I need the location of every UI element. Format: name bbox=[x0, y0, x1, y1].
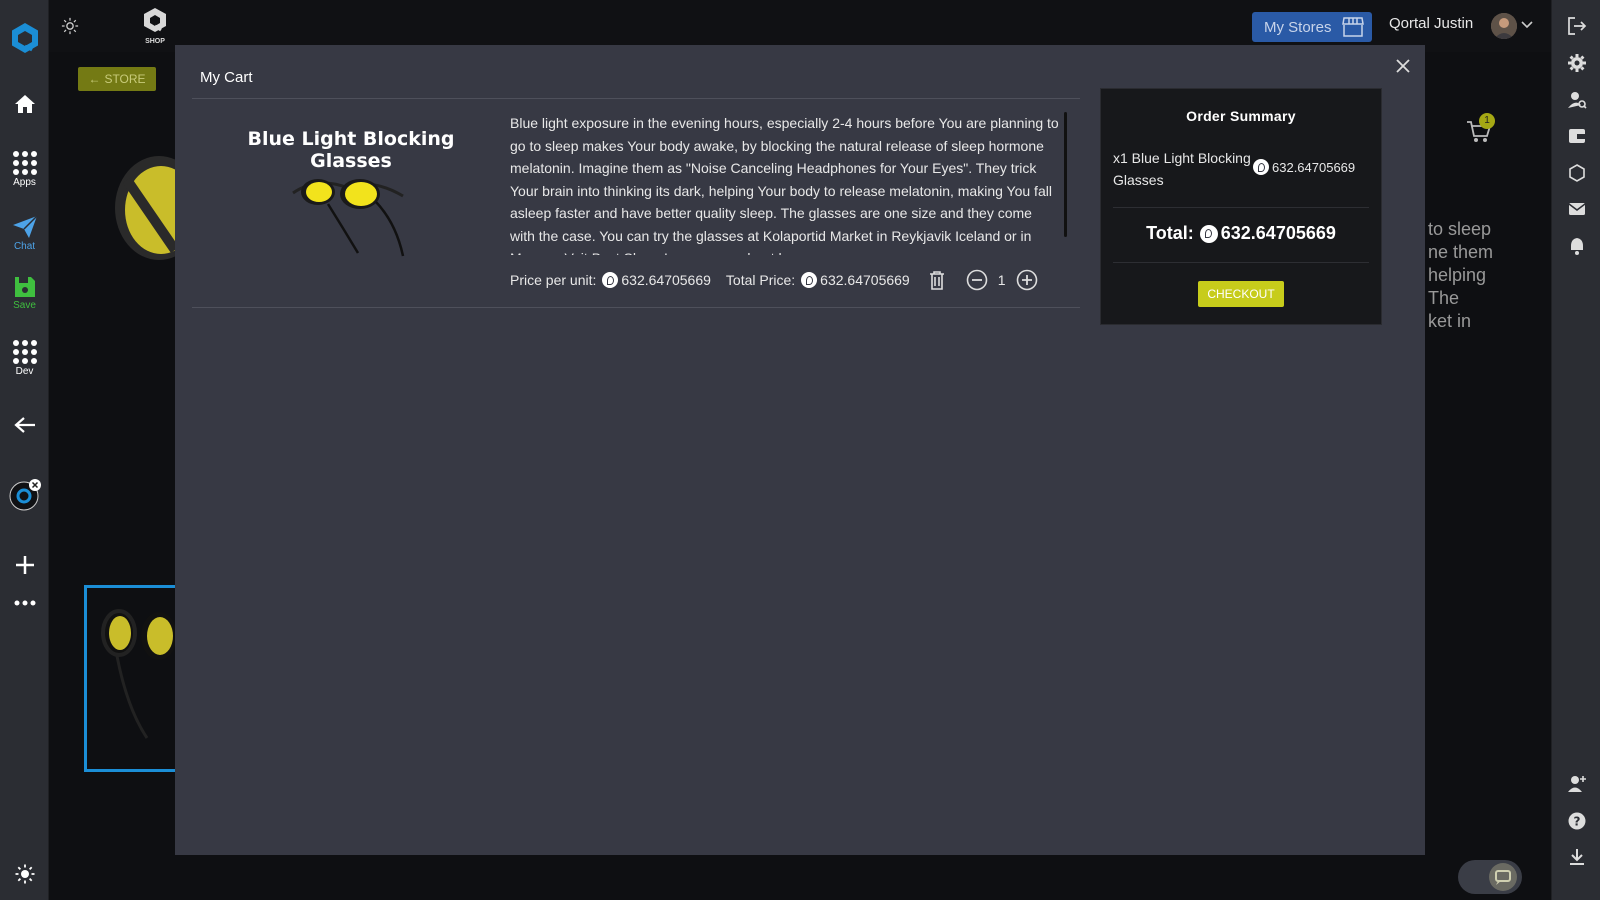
close-icon bbox=[1396, 59, 1410, 73]
cart-item-description: Blue light exposure in the evening hours… bbox=[510, 115, 1059, 255]
download-icon[interactable] bbox=[1567, 847, 1587, 867]
order-summary-line-item: x1 Blue Light Blocking Glasses bbox=[1113, 150, 1251, 188]
open-app-tab[interactable] bbox=[0, 478, 49, 512]
left-sidebar: Apps Chat Save Dev bbox=[0, 0, 49, 900]
quantity-value: 1 bbox=[997, 272, 1006, 288]
order-summary-panel: Order Summary x1 Blue Light Blocking Gla… bbox=[1100, 88, 1382, 325]
my-stores-label: My Stores bbox=[1264, 18, 1332, 36]
price-per-unit-value: 632.64705669 bbox=[621, 272, 711, 288]
shop-logo-icon bbox=[144, 8, 166, 32]
total-label: Total: bbox=[1146, 223, 1194, 243]
cart-item-name: Blue Light Blocking Glasses bbox=[247, 128, 455, 172]
sidebar-item-home[interactable] bbox=[0, 94, 49, 114]
theme-toggle-button[interactable] bbox=[0, 864, 49, 884]
modal-title: My Cart bbox=[200, 69, 253, 86]
order-summary-title: Order Summary bbox=[1186, 108, 1296, 124]
my-stores-button[interactable]: My Stores bbox=[1252, 12, 1372, 42]
back-to-store-button[interactable]: ← STORE bbox=[78, 67, 156, 91]
sidebar-item-label: Save bbox=[13, 300, 36, 311]
cart-item-price-row: Price per unit: 632.64705669 Total Price… bbox=[510, 269, 1038, 291]
sidebar-item-label: Chat bbox=[13, 241, 36, 252]
qort-coin-icon bbox=[602, 272, 619, 288]
description-scrollbar[interactable] bbox=[1064, 112, 1067, 237]
qortal-logo-icon[interactable] bbox=[0, 22, 49, 54]
more-button[interactable] bbox=[0, 600, 49, 606]
divider bbox=[192, 98, 1080, 99]
store-icon bbox=[1341, 17, 1364, 37]
total-price-value: 632.64705669 bbox=[820, 272, 910, 288]
sun-icon bbox=[15, 864, 34, 884]
bell-icon[interactable] bbox=[1567, 236, 1587, 256]
sidebar-item-label: Dev bbox=[15, 366, 34, 377]
divider bbox=[1113, 207, 1369, 208]
chevron-down-icon[interactable] bbox=[1521, 21, 1533, 29]
wallet-icon[interactable] bbox=[1567, 126, 1587, 146]
mail-icon[interactable] bbox=[1567, 199, 1587, 219]
user-name[interactable]: Qortal Justin bbox=[1389, 15, 1473, 32]
help-icon[interactable]: ? bbox=[1567, 811, 1587, 831]
background-description-fragment: to sleep ne them helping The ket in bbox=[1428, 219, 1494, 331]
brand-label: SHOP bbox=[145, 38, 165, 45]
svg-text:?: ? bbox=[1574, 815, 1581, 829]
trash-icon[interactable] bbox=[928, 270, 946, 290]
cart-item-image bbox=[292, 179, 405, 257]
right-sidebar: ? bbox=[1551, 0, 1600, 900]
cart-count-badge: 1 bbox=[1479, 113, 1495, 129]
qort-coin-icon bbox=[801, 272, 818, 288]
qortal-chat-toggle[interactable] bbox=[1458, 860, 1522, 894]
store-back-label: STORE bbox=[104, 72, 146, 86]
total-price-label: Total Price: bbox=[725, 272, 796, 288]
cart-modal: My Cart Blue Light Blocking Glasses Blue… bbox=[175, 45, 1425, 855]
user-search-icon[interactable] bbox=[1567, 90, 1587, 110]
send-icon bbox=[12, 215, 38, 238]
increase-quantity-icon[interactable] bbox=[1016, 269, 1038, 291]
total-value: 632.64705669 bbox=[1220, 223, 1336, 243]
logout-icon[interactable] bbox=[1567, 16, 1587, 36]
price-per-unit-label: Price per unit: bbox=[510, 272, 597, 288]
qort-coin-icon bbox=[1199, 224, 1218, 243]
sidebar-item-apps[interactable]: Apps bbox=[0, 151, 49, 188]
arrow-left-icon bbox=[13, 417, 35, 433]
add-tab-button[interactable] bbox=[0, 554, 49, 576]
sidebar-item-save[interactable]: Save bbox=[0, 276, 49, 311]
sun-icon[interactable] bbox=[61, 17, 79, 35]
plus-icon bbox=[15, 556, 34, 574]
qort-coin-icon bbox=[1253, 159, 1269, 175]
save-icon bbox=[14, 277, 35, 297]
settings-gear-icon[interactable] bbox=[1567, 53, 1587, 73]
sidebar-item-dev[interactable]: Dev bbox=[0, 340, 49, 377]
home-icon bbox=[14, 95, 35, 113]
line-price-value: 632.64705669 bbox=[1272, 159, 1356, 175]
order-summary-total: Total: 632.64705669 bbox=[1101, 223, 1381, 244]
apps-icon bbox=[12, 151, 37, 175]
sidebar-item-label: Apps bbox=[13, 177, 36, 188]
more-dots-icon bbox=[14, 600, 35, 606]
decrease-quantity-icon[interactable] bbox=[966, 269, 988, 291]
dev-icon bbox=[12, 340, 37, 364]
add-user-icon[interactable] bbox=[1567, 774, 1587, 794]
app-tab-icon bbox=[9, 479, 41, 511]
back-arrow-button[interactable] bbox=[0, 416, 49, 434]
sidebar-item-chat[interactable]: Chat bbox=[0, 215, 49, 252]
qortal-hub-icon[interactable] bbox=[1567, 163, 1587, 183]
product-thumbnail[interactable] bbox=[84, 585, 179, 772]
order-summary-line-price: 632.64705669 bbox=[1253, 159, 1355, 175]
shop-brand-logo[interactable]: SHOP bbox=[140, 7, 170, 45]
chat-bubble-icon bbox=[1489, 863, 1517, 891]
close-button[interactable] bbox=[1393, 57, 1413, 77]
product-image-large bbox=[115, 156, 175, 260]
user-avatar[interactable] bbox=[1491, 13, 1517, 39]
divider bbox=[192, 307, 1080, 308]
checkout-button[interactable]: CHECKOUT bbox=[1198, 281, 1284, 307]
divider bbox=[1113, 262, 1369, 263]
arrow-left-icon: ← bbox=[88, 72, 101, 86]
